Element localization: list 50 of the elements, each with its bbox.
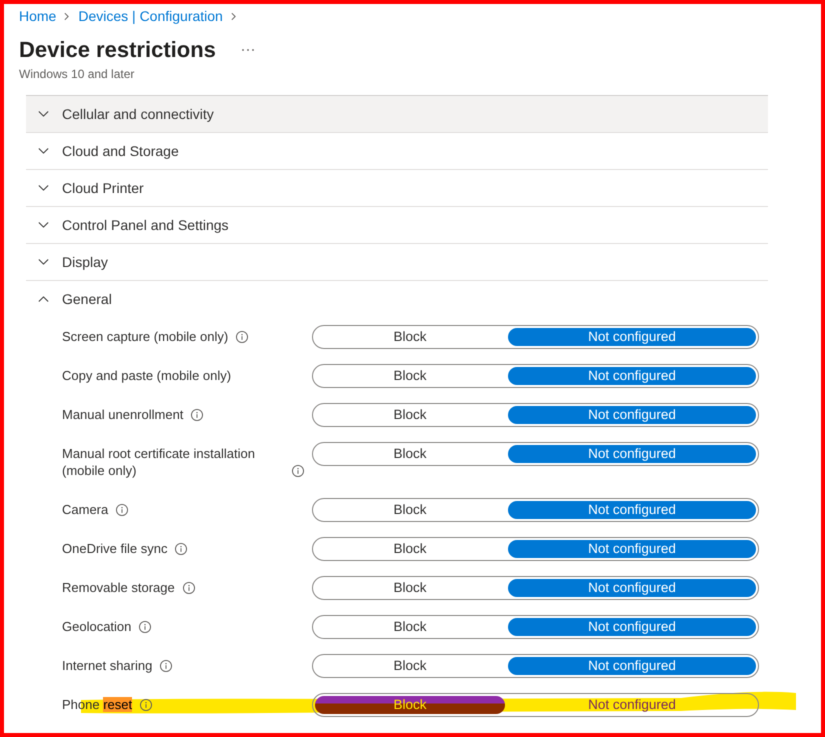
breadcrumb-link[interactable]: Home — [19, 8, 56, 24]
toggle-option[interactable]: Not configured — [508, 696, 756, 714]
setting-label: Manual unenrollment — [62, 406, 184, 423]
info-icon[interactable] — [140, 699, 152, 711]
section-header[interactable]: Control Panel and Settings — [26, 207, 768, 243]
toggle-option[interactable]: Not configured — [508, 406, 756, 424]
toggle-option[interactable]: Not configured — [508, 328, 756, 346]
info-icon[interactable] — [182, 582, 195, 594]
toggle-option[interactable]: Not configured — [508, 445, 756, 463]
info-icon[interactable] — [116, 504, 128, 516]
setting-label: OneDrive file sync — [62, 540, 168, 557]
toggle-option[interactable]: Block — [315, 540, 505, 558]
setting-label: Removable storage — [62, 579, 175, 596]
chevron-right-icon — [64, 12, 70, 20]
toggle-option[interactable]: Not configured — [508, 367, 756, 385]
setting-label: Geolocation — [62, 618, 132, 635]
section-header[interactable]: Cloud and Storage — [26, 133, 768, 169]
toggle-option[interactable]: Not configured — [508, 579, 756, 597]
info-icon[interactable] — [191, 409, 204, 421]
page-title: Device restrictions — [19, 36, 216, 64]
section-header[interactable]: Cloud Printer — [26, 170, 768, 206]
toggle-option[interactable]: Block — [315, 445, 505, 463]
setting-label: Screen capture (mobile only) — [62, 328, 228, 345]
info-icon[interactable] — [139, 621, 152, 633]
chevron-right-icon — [230, 12, 236, 20]
info-icon[interactable] — [236, 331, 248, 343]
setting-label: Internet sharing — [62, 657, 152, 674]
toggle-option[interactable]: Not configured — [508, 657, 756, 675]
toggle-option[interactable]: Not configured — [508, 618, 756, 636]
setting-label: Manual root certificate installation (mobile only) — [62, 445, 256, 479]
toggle-option[interactable]: Block — [315, 579, 505, 597]
setting-label: Copy and paste (mobile only) — [62, 367, 232, 384]
toggle-option[interactable]: Not configured — [508, 501, 756, 519]
info-icon[interactable] — [175, 543, 188, 555]
section-header[interactable]: Display — [26, 244, 768, 280]
section-header[interactable]: Cellular and connectivity — [26, 96, 768, 132]
toggle-option[interactable]: Block — [315, 406, 505, 424]
info-icon[interactable] — [292, 465, 304, 477]
page-subtitle: Windows 10 and later — [19, 66, 136, 82]
toggle-option[interactable]: Block — [315, 328, 505, 346]
toggle-option[interactable]: Block — [315, 657, 505, 675]
toggle-option[interactable]: Not configured — [508, 540, 756, 558]
setting-label: Phone reset — [62, 696, 132, 713]
toggle-option[interactable]: Block — [315, 367, 505, 385]
section-header[interactable]: General — [26, 281, 768, 317]
toggle-option[interactable]: Block — [315, 618, 505, 636]
breadcrumb-link[interactable]: Devices | Configuration — [78, 8, 223, 24]
info-icon[interactable] — [160, 660, 172, 672]
toggle-option[interactable]: Block — [315, 501, 505, 519]
setting-label: Camera — [62, 501, 108, 518]
